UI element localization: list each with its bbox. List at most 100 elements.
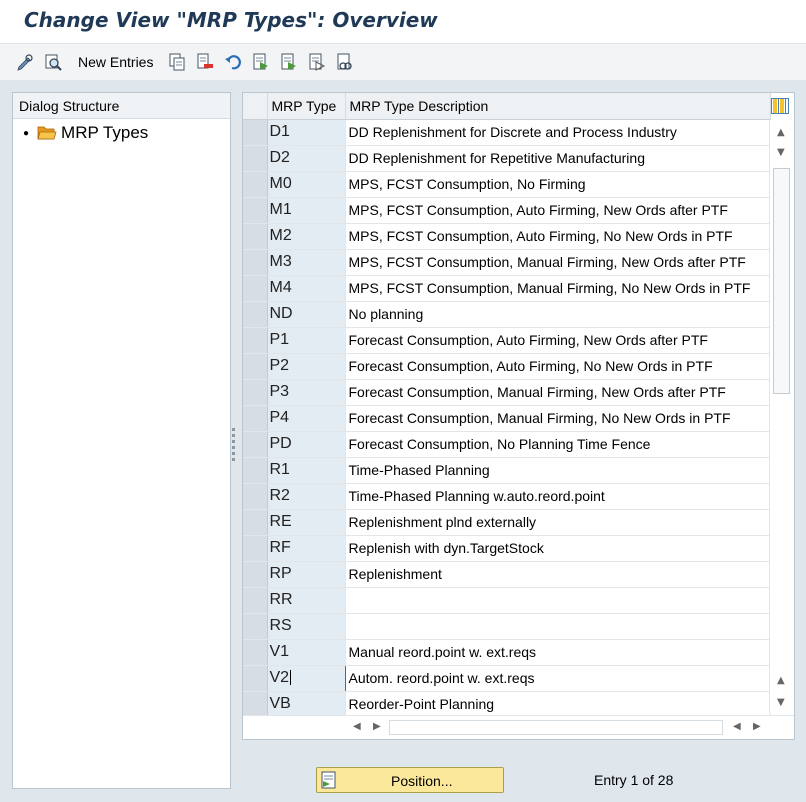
row-selector[interactable]: [243, 223, 268, 250]
mrp-type-cell[interactable]: P3: [267, 379, 346, 406]
description-cell[interactable]: Reorder-Point Planning: [345, 691, 771, 718]
panel-splitter[interactable]: [232, 428, 236, 464]
scroll-right-icon[interactable]: ▶: [373, 722, 381, 732]
column-header-type[interactable]: MRP Type: [267, 93, 346, 120]
undo-icon[interactable]: [224, 53, 242, 71]
row-selector[interactable]: [243, 483, 268, 510]
scroll-left-icon[interactable]: ◀: [353, 722, 361, 732]
mrp-type-cell[interactable]: P2: [267, 353, 346, 380]
description-cell[interactable]: Replenishment plnd externally: [345, 509, 771, 536]
select-all-icon[interactable]: [252, 53, 270, 71]
row-selector[interactable]: [243, 197, 268, 224]
mrp-type-cell[interactable]: P1: [267, 327, 346, 354]
row-selector[interactable]: [243, 613, 268, 640]
mrp-type-cell[interactable]: D1: [267, 119, 346, 146]
scroll-thumb[interactable]: [773, 168, 790, 394]
table-row[interactable]: RE Replenishment plnd externally: [243, 509, 771, 536]
description-cell[interactable]: MPS, FCST Consumption, Manual Firming, N…: [345, 249, 771, 276]
mrp-type-cell[interactable]: M0: [267, 171, 346, 198]
mrp-type-cell[interactable]: V2: [266, 665, 346, 692]
deselect-all-icon[interactable]: [308, 53, 326, 71]
description-cell[interactable]: Time-Phased Planning: [345, 457, 771, 484]
display-change-icon[interactable]: [16, 53, 34, 71]
scroll-left-end-icon[interactable]: ◀: [733, 722, 741, 732]
description-cell[interactable]: Time-Phased Planning w.auto.reord.point: [345, 483, 771, 510]
delete-icon[interactable]: [196, 53, 214, 71]
mrp-type-cell[interactable]: RE: [267, 509, 346, 536]
table-row[interactable]: M0 MPS, FCST Consumption, No Firming: [243, 171, 771, 198]
table-row[interactable]: M2 MPS, FCST Consumption, Auto Firming, N…: [243, 223, 771, 250]
row-selector[interactable]: [243, 691, 268, 718]
table-row[interactable]: VB Reorder-Point Planning: [243, 691, 771, 718]
table-row[interactable]: RR: [243, 587, 771, 614]
description-cell[interactable]: Replenish with dyn.TargetStock: [345, 535, 771, 562]
row-selector[interactable]: [243, 249, 268, 276]
copy-icon[interactable]: [168, 53, 186, 71]
row-selector[interactable]: [243, 171, 268, 198]
new-entries-button[interactable]: New Entries: [78, 54, 153, 70]
find-icon[interactable]: [44, 53, 62, 71]
mrp-type-cell[interactable]: RF: [267, 535, 346, 562]
row-selector[interactable]: [243, 587, 268, 614]
mrp-type-cell[interactable]: R2: [267, 483, 346, 510]
description-cell[interactable]: DD Replenishment for Repetitive Manufact…: [345, 145, 771, 172]
table-row[interactable]: M3 MPS, FCST Consumption, Manual Firming,…: [243, 249, 771, 276]
row-selector[interactable]: [243, 665, 268, 692]
scroll-right-end-icon[interactable]: ▶: [753, 722, 761, 732]
table-row[interactable]: P3 Forecast Consumption, Manual Firming, …: [243, 379, 771, 406]
horizontal-track[interactable]: [389, 720, 723, 735]
mrp-type-cell[interactable]: D2: [267, 145, 346, 172]
mrp-type-cell[interactable]: V1: [267, 639, 346, 666]
mrp-type-cell[interactable]: M2: [267, 223, 346, 250]
configure-icon[interactable]: [336, 53, 354, 71]
description-cell[interactable]: Forecast Consumption, Manual Firming, No…: [345, 405, 771, 432]
table-row[interactable]: P1 Forecast Consumption, Auto Firming, Ne…: [243, 327, 771, 354]
row-selector[interactable]: [243, 145, 268, 172]
description-cell[interactable]: MPS, FCST Consumption, Manual Firming, N…: [345, 275, 771, 302]
mrp-type-cell[interactable]: P4: [267, 405, 346, 432]
table-row[interactable]: RP Replenishment: [243, 561, 771, 588]
table-row[interactable]: R1 Time-Phased Planning: [243, 457, 771, 484]
row-selector[interactable]: [243, 405, 268, 432]
description-cell[interactable]: [345, 587, 771, 614]
mrp-type-cell[interactable]: RS: [267, 613, 346, 640]
scroll-page-up-icon[interactable]: ▲: [777, 676, 785, 686]
position-button[interactable]: Position...: [316, 767, 504, 793]
description-cell[interactable]: MPS, FCST Consumption, No Firming: [345, 171, 771, 198]
description-cell[interactable]: Manual reord.point w. ext.reqs: [345, 639, 771, 666]
table-settings-icon[interactable]: [771, 98, 789, 114]
table-row[interactable]: M4 MPS, FCST Consumption, Manual Firming,…: [243, 275, 771, 302]
table-row[interactable]: PD Forecast Consumption, No Planning Time…: [243, 431, 771, 458]
description-cell[interactable]: Replenishment: [345, 561, 771, 588]
row-selector[interactable]: [243, 431, 268, 458]
description-cell[interactable]: No planning: [345, 301, 771, 328]
row-selector[interactable]: [243, 119, 268, 146]
description-cell[interactable]: Forecast Consumption, Auto Firming, No N…: [345, 353, 771, 380]
row-selector[interactable]: [243, 561, 268, 588]
select-all-header[interactable]: [243, 93, 268, 120]
description-cell[interactable]: Forecast Consumption, Auto Firming, New …: [345, 327, 771, 354]
description-cell[interactable]: DD Replenishment for Discrete and Proces…: [345, 119, 771, 146]
description-cell[interactable]: [345, 613, 771, 640]
table-row[interactable]: RS: [243, 613, 771, 640]
tree-item-mrp-types[interactable]: ● MRP Types: [23, 122, 148, 144]
row-selector[interactable]: [243, 379, 268, 406]
horizontal-scrollbar[interactable]: ◀ ▶ ◀ ▶: [243, 715, 794, 739]
mrp-type-cell[interactable]: ND: [267, 301, 346, 328]
table-row[interactable]: V1 Manual reord.point w. ext.reqs: [243, 639, 771, 666]
row-selector[interactable]: [243, 275, 268, 302]
scroll-down-icon[interactable]: ▼: [777, 148, 785, 158]
table-row[interactable]: RF Replenish with dyn.TargetStock: [243, 535, 771, 562]
row-selector[interactable]: [243, 639, 268, 666]
description-cell[interactable]: Forecast Consumption, No Planning Time F…: [345, 431, 771, 458]
mrp-type-cell[interactable]: RR: [267, 587, 346, 614]
mrp-type-cell[interactable]: RP: [267, 561, 346, 588]
row-selector[interactable]: [243, 353, 268, 380]
row-selector[interactable]: [243, 535, 268, 562]
vertical-scrollbar[interactable]: ▲ ▼ ▲ ▼: [769, 120, 793, 714]
mrp-type-cell[interactable]: M3: [267, 249, 346, 276]
scroll-up-icon[interactable]: ▲: [777, 128, 785, 138]
mrp-type-cell[interactable]: M1: [267, 197, 346, 224]
select-block-icon[interactable]: [280, 53, 298, 71]
scroll-page-down-icon[interactable]: ▼: [777, 698, 785, 708]
